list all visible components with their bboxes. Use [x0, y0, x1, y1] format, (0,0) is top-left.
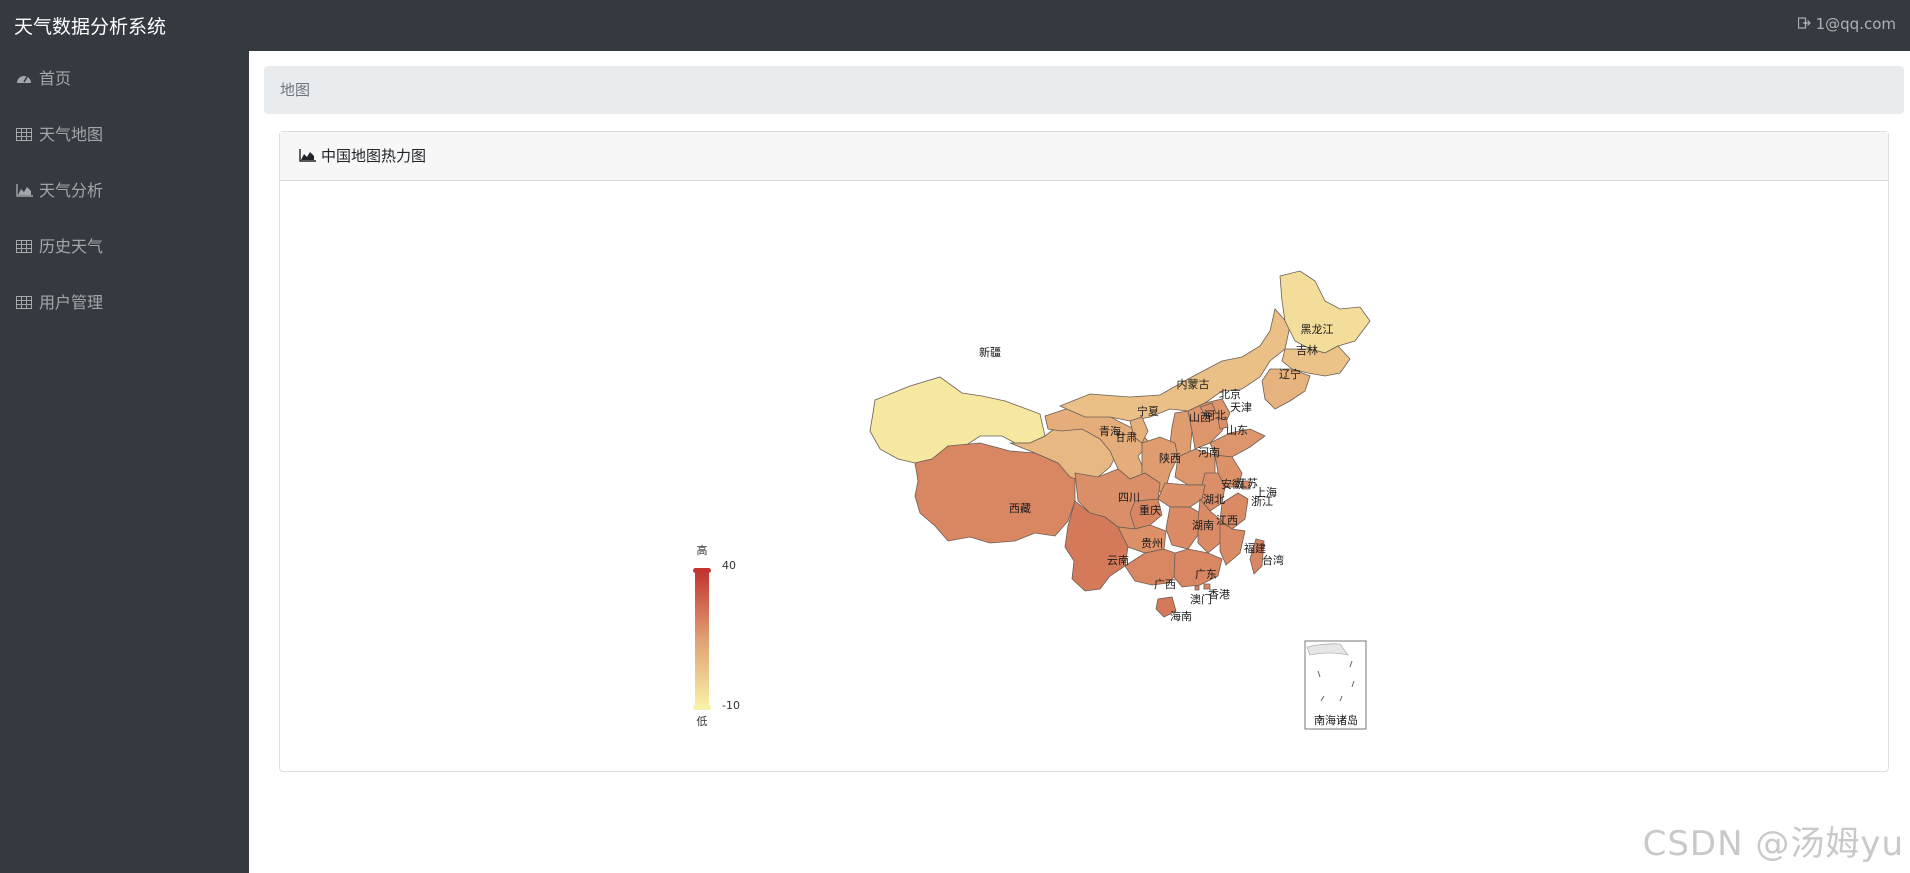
- province-label: 湖南: [1192, 519, 1214, 532]
- province-label: 贵州: [1141, 537, 1163, 550]
- province-湖北[interactable]: [1157, 482, 1206, 508]
- province-label: 甘肃: [1115, 431, 1137, 444]
- area-chart-icon: [299, 133, 316, 162]
- province-label: 北京: [1219, 387, 1241, 401]
- province-label: 天津: [1230, 401, 1252, 414]
- province-label: 澳门: [1190, 592, 1212, 606]
- province-label: 宁夏: [1137, 404, 1159, 418]
- province-label: 吉林: [1296, 343, 1318, 357]
- card-header: 中国地图热力图: [280, 132, 1888, 181]
- sidebar-item-label: 天气分析: [39, 181, 104, 200]
- province-label: 山东: [1226, 424, 1248, 437]
- province-label: 内蒙古: [1177, 377, 1210, 391]
- province-label: 广西: [1154, 578, 1176, 591]
- province-澳门[interactable]: [1194, 585, 1200, 591]
- province-label: 福建: [1244, 541, 1266, 555]
- province-label: 四川: [1118, 491, 1140, 504]
- sidebar-item-label: 历史天气: [39, 237, 104, 256]
- legend-gradient-bar: [695, 571, 709, 707]
- visual-map-legend[interactable]: 高 40 -10 低: [693, 543, 740, 728]
- legend-high-label: 高: [697, 543, 708, 557]
- legend-low-label: 低: [697, 715, 708, 728]
- province-label: 海南: [1170, 609, 1192, 623]
- sidebar-item-weather-analysis[interactable]: 天气分析: [16, 178, 103, 204]
- south-sea-label: 南海诸岛: [1314, 713, 1358, 727]
- province-label: 辽宁: [1279, 367, 1301, 381]
- province-黑龙江[interactable]: [1279, 270, 1371, 354]
- table-icon: [16, 123, 34, 141]
- dashboard-icon: [16, 67, 34, 83]
- breadcrumb-item[interactable]: 地图: [280, 81, 310, 99]
- province-内蒙古[interactable]: [1058, 308, 1291, 422]
- user-email: 1@qq.com: [1815, 15, 1896, 33]
- card-title: 中国地图热力图: [321, 147, 427, 165]
- sidebar-item-label: 首页: [39, 69, 72, 88]
- main-content: 地图 中国地图热力图 新疆 西藏 青海 甘肃 内蒙古 黑龙江 吉林 辽宁 宁夏 山西 河北 北京 天津山…: [249, 51, 1910, 873]
- legend-max-value: 40: [722, 559, 736, 572]
- sidebar-item-user-management[interactable]: 用户管理: [16, 290, 103, 316]
- sidebar-item-label: 天气地图: [39, 125, 104, 144]
- china-heatmap[interactable]: 新疆西藏青海甘肃内蒙古黑龙江吉林辽宁宁夏 山西河北北京天津山东陕西 河南江苏安徽上海…: [280, 181, 1888, 771]
- province-label: 云南: [1107, 554, 1129, 567]
- province-label: 安徽: [1221, 477, 1243, 491]
- province-label: 广东: [1195, 568, 1217, 581]
- sidebar-item-weather-map[interactable]: 天气地图: [16, 122, 103, 148]
- province-label: 河南: [1198, 446, 1220, 459]
- breadcrumb: 地图: [264, 66, 1904, 114]
- province-label: 河北: [1204, 409, 1226, 422]
- map-card: 中国地图热力图 新疆 西藏 青海 甘肃 内蒙古 黑龙江 吉林 辽宁 宁夏 山西 河北 北京 天津 山东 陕西…: [279, 131, 1889, 772]
- province-label: 西藏: [1009, 502, 1031, 515]
- sidebar-item-home[interactable]: 首页: [16, 66, 71, 92]
- area-chart-icon: [16, 179, 34, 197]
- sidebar: 首页 天气地图 天气分析 历史天气 用户管理: [0, 51, 249, 873]
- top-navbar: 天气数据分析系统 1@qq.com: [0, 0, 1910, 51]
- table-icon: [16, 235, 34, 253]
- sign-out-icon: [1797, 15, 1813, 33]
- table-icon: [16, 291, 34, 309]
- sidebar-item-history-weather[interactable]: 历史天气: [16, 234, 103, 260]
- province-label: 浙江: [1251, 495, 1273, 508]
- legend-min-value: -10: [722, 699, 740, 712]
- sidebar-item-label: 用户管理: [39, 293, 104, 312]
- province-label: 重庆: [1139, 503, 1161, 517]
- legend-min-handle[interactable]: [693, 705, 711, 710]
- watermark: CSDN @汤姆yu: [1642, 824, 1904, 864]
- province-label: 黑龙江: [1301, 323, 1334, 336]
- province-label: 陕西: [1159, 451, 1181, 465]
- user-menu[interactable]: 1@qq.com: [1797, 15, 1896, 33]
- province-label: 江西: [1216, 514, 1238, 527]
- app-title[interactable]: 天气数据分析系统: [14, 12, 166, 39]
- province-label: 新疆: [979, 345, 1001, 359]
- south-sea-inset: 南海诸岛: [1304, 640, 1367, 730]
- province-label: 台湾: [1262, 553, 1284, 567]
- province-label: 湖北: [1203, 493, 1225, 506]
